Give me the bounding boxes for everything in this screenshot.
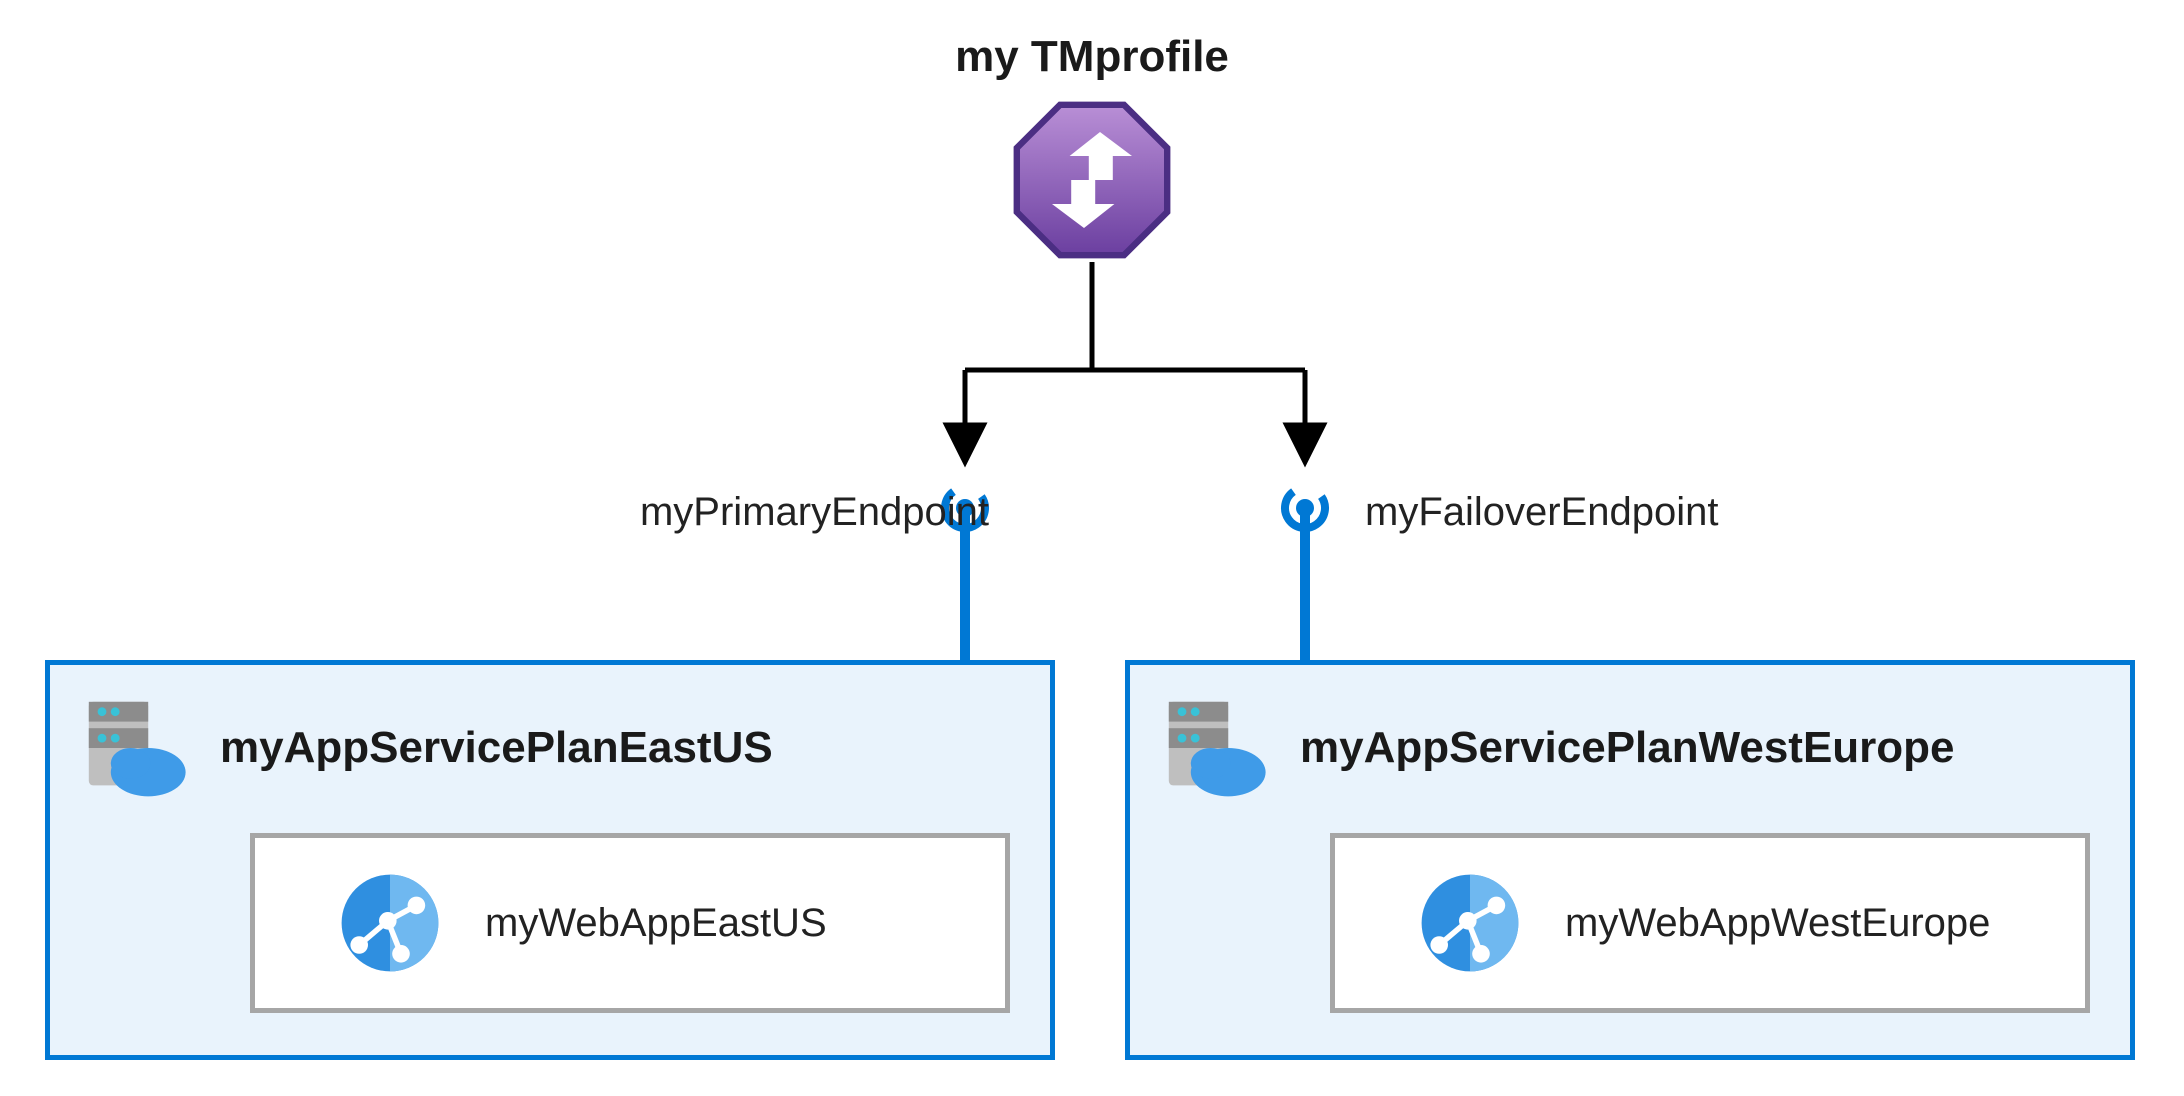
app-service-plan-row: myAppServicePlanEastUS [50, 665, 1050, 813]
app-service-plan-label: myAppServicePlanEastUS [220, 723, 773, 773]
app-service-plan-row: myAppServicePlanWestEurope [1130, 665, 2130, 813]
webapp-label: myWebAppEastUS [485, 901, 827, 946]
region-box-westeurope: myAppServicePlanWestEurope [1125, 660, 2135, 1060]
traffic-manager-title: my TMprofile [955, 32, 1229, 82]
app-service-plan-icon [80, 693, 190, 803]
webapp-label: myWebAppWestEurope [1565, 901, 1990, 946]
webapp-icon [335, 868, 445, 978]
architecture-diagram: my TMprofile [0, 0, 2184, 1096]
endpoint-icon [1270, 480, 1340, 550]
primary-endpoint-label: myPrimaryEndpoint [640, 490, 989, 535]
traffic-manager-icon [1012, 100, 1172, 260]
app-service-plan-label: myAppServicePlanWestEurope [1300, 723, 1955, 773]
failover-endpoint-label: myFailoverEndpoint [1365, 490, 1719, 535]
webapp-box: myWebAppWestEurope [1330, 833, 2090, 1013]
webapp-icon [1415, 868, 1525, 978]
webapp-box: myWebAppEastUS [250, 833, 1010, 1013]
region-box-eastus: myAppServicePlanEastUS [45, 660, 1055, 1060]
app-service-plan-icon [1160, 693, 1270, 803]
